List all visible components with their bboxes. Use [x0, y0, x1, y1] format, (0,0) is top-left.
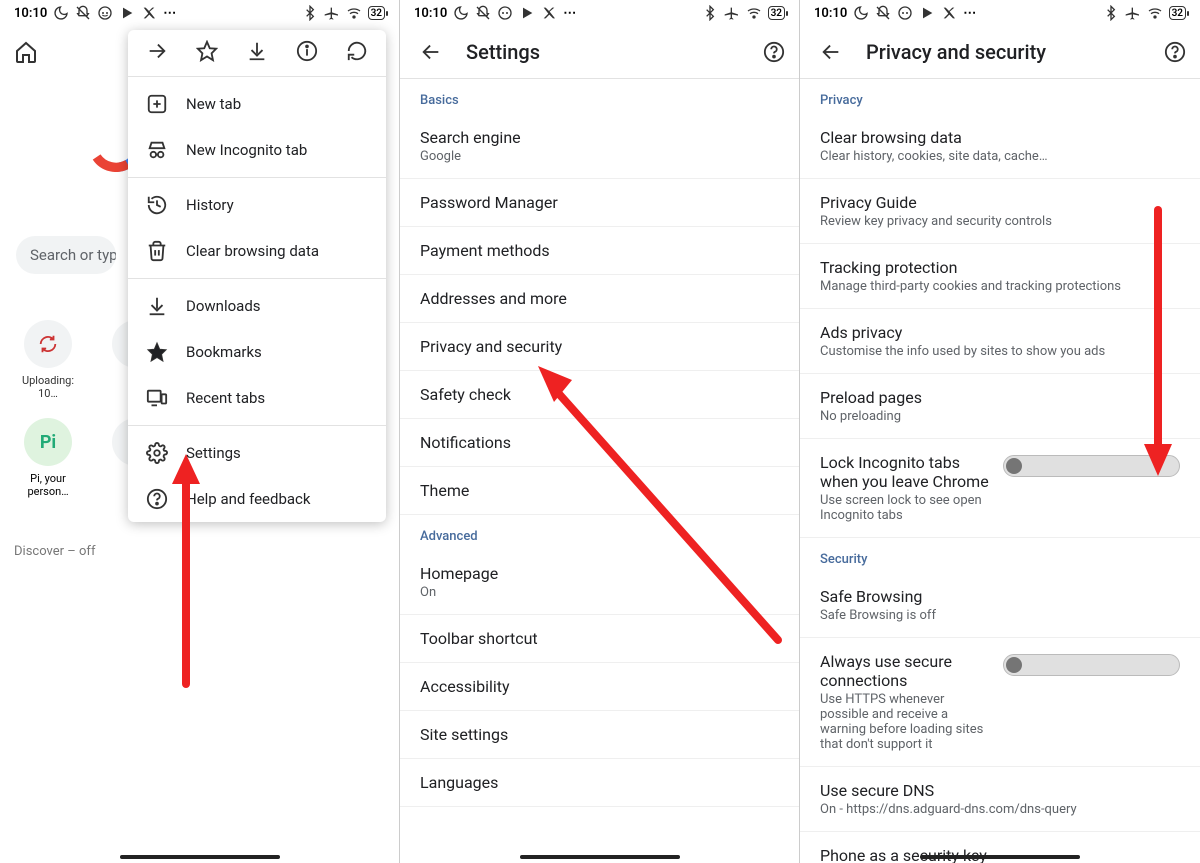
page-title: Privacy and security	[866, 40, 1140, 64]
help-icon	[146, 488, 168, 510]
play-icon	[919, 5, 935, 21]
bluetooth-icon	[1103, 5, 1119, 21]
downloads-icon	[146, 295, 168, 317]
x-icon	[941, 5, 957, 21]
airplane-icon	[1125, 5, 1141, 21]
shortcut-tile[interactable]: Uploading: 10…	[14, 320, 82, 400]
bluetooth-icon	[302, 5, 318, 21]
menu-bookmarks[interactable]: Bookmarks	[128, 329, 386, 375]
omnibox-placeholder: Search or type UR	[30, 246, 116, 264]
status-bar: 10:10 ⋯ 32	[800, 0, 1200, 26]
menu-label: History	[186, 196, 234, 214]
nav-home-handle[interactable]	[120, 855, 280, 859]
star-filled-icon	[146, 341, 168, 363]
download-icon	[246, 40, 268, 62]
battery-icon: 32	[368, 6, 385, 20]
setting-clear-browsing-data[interactable]: Clear browsing dataClear history, cookie…	[800, 114, 1200, 179]
menu-label: Clear browsing data	[186, 242, 319, 260]
setting-site[interactable]: Site settings	[400, 711, 799, 759]
plus-square-icon	[146, 93, 168, 115]
setting-accessibility[interactable]: Accessibility	[400, 663, 799, 711]
wifi-icon	[1147, 5, 1163, 21]
airplane-icon	[324, 5, 340, 21]
toggle-off[interactable]	[1003, 654, 1180, 676]
section-privacy: Privacy	[800, 79, 1200, 114]
dnd-moon-icon	[853, 5, 869, 21]
history-icon	[146, 194, 168, 216]
menu-label: Recent tabs	[186, 389, 265, 407]
mute-icon	[75, 5, 91, 21]
menu-label: New Incognito tab	[186, 141, 307, 159]
setting-secure-dns[interactable]: Use secure DNSOn - https://dns.adguard-d…	[800, 767, 1200, 832]
phone-privacy: 10:10 ⋯ 32 Privacy and security Privacy …	[800, 0, 1200, 863]
x-icon	[541, 5, 557, 21]
sync-icon	[37, 333, 59, 355]
mute-icon	[475, 5, 491, 21]
setting-addresses[interactable]: Addresses and more	[400, 275, 799, 323]
back-icon[interactable]	[820, 41, 842, 63]
wifi-icon	[346, 5, 362, 21]
nav-home-handle[interactable]	[920, 855, 1080, 859]
gear-icon	[146, 442, 168, 464]
reddit-icon	[497, 5, 513, 21]
play-icon	[519, 5, 535, 21]
info-icon[interactable]	[296, 40, 318, 62]
tile-label: Uploading: 10…	[22, 374, 74, 400]
omnibox[interactable]: Search or type UR	[16, 236, 116, 274]
mute-icon	[875, 5, 891, 21]
help-icon[interactable]	[1164, 41, 1186, 63]
setting-safe-browsing[interactable]: Safe BrowsingSafe Browsing is off	[800, 573, 1200, 638]
section-basics: Basics	[400, 79, 799, 114]
setting-payment[interactable]: Payment methods	[400, 227, 799, 275]
back-icon[interactable]	[420, 41, 442, 63]
phone-chrome-overflow: 10:10 ⋯ 32 Search or type UR Uploading:	[0, 0, 400, 863]
x-icon	[141, 5, 157, 21]
status-time: 10:10	[14, 6, 47, 21]
menu-new-incognito[interactable]: New Incognito tab	[128, 127, 386, 173]
menu-history[interactable]: History	[128, 182, 386, 228]
star-icon[interactable]	[196, 40, 218, 62]
setting-https[interactable]: Always use secure connectionsUse HTTPS w…	[800, 638, 1200, 767]
menu-new-tab[interactable]: New tab	[128, 81, 386, 127]
section-security: Security	[800, 538, 1200, 573]
menu-label: Bookmarks	[186, 343, 262, 361]
status-bar: 10:10 ⋯ 32	[0, 0, 399, 26]
menu-label: New tab	[186, 95, 241, 113]
phone-settings: 10:10 ⋯ 32 Settings Basics Search engine…	[400, 0, 800, 863]
reload-icon[interactable]	[346, 40, 368, 62]
overflow-menu: New tab New Incognito tab History Clear …	[128, 30, 386, 522]
more-notifications-icon: ⋯	[163, 6, 177, 21]
play-icon	[119, 5, 135, 21]
trash-icon	[146, 240, 168, 262]
reddit-icon	[97, 5, 113, 21]
airplane-icon	[724, 5, 740, 21]
dnd-moon-icon	[453, 5, 469, 21]
shortcut-tile[interactable]: Pi Pi, your person…	[14, 418, 82, 498]
home-icon[interactable]	[14, 40, 38, 64]
help-icon[interactable]	[763, 41, 785, 63]
reddit-icon	[897, 5, 913, 21]
setting-search-engine[interactable]: Search engine Google	[400, 114, 799, 179]
instructional-arrow	[528, 350, 788, 654]
menu-downloads[interactable]: Downloads	[128, 283, 386, 329]
setting-languages[interactable]: Languages	[400, 759, 799, 807]
wifi-icon	[746, 5, 762, 21]
menu-clear-browsing[interactable]: Clear browsing data	[128, 228, 386, 274]
status-bar: 10:10 ⋯ 32	[400, 0, 799, 26]
devices-icon	[146, 387, 168, 409]
bluetooth-icon	[702, 5, 718, 21]
incognito-icon	[146, 139, 168, 161]
tile-label: Pi, your person…	[27, 472, 68, 498]
instructional-arrow	[1136, 200, 1186, 484]
menu-recent-tabs[interactable]: Recent tabs	[128, 375, 386, 421]
nav-home-handle[interactable]	[520, 855, 680, 859]
dnd-moon-icon	[53, 5, 69, 21]
instructional-arrow	[166, 454, 206, 698]
menu-label: Downloads	[186, 297, 261, 315]
setting-password-manager[interactable]: Password Manager	[400, 179, 799, 227]
page-title: Settings	[466, 40, 739, 64]
forward-icon[interactable]	[146, 40, 168, 62]
